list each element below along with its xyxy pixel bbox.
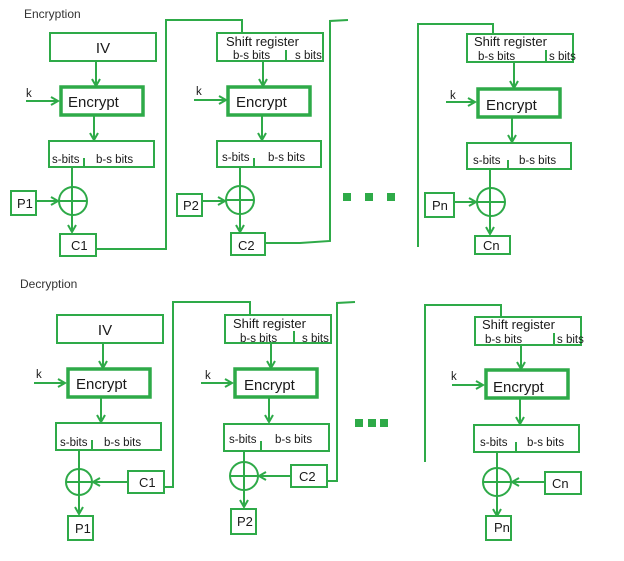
sr-bs-bits-label: b-s bits <box>233 50 270 62</box>
ciphertext-label: C1 <box>71 238 88 253</box>
plaintext-label: Pn <box>494 520 510 535</box>
plaintext-label: P2 <box>183 198 199 213</box>
shift-register-label: Shift register <box>482 317 556 332</box>
s-bits-label: s-bits <box>60 437 88 449</box>
encrypt-label: Encrypt <box>244 377 296 394</box>
iv-label: IV <box>98 322 112 339</box>
ciphertext-label: Cn <box>483 238 500 253</box>
key-label: k <box>205 370 211 382</box>
shift-register-label: Shift register <box>233 316 307 331</box>
bs-bits-label: b-s bits <box>96 154 133 166</box>
s-bits-label: s-bits <box>222 152 250 164</box>
ciphertext-label: C2 <box>238 238 255 253</box>
encrypt-label: Encrypt <box>236 94 288 111</box>
ellipsis-dot <box>380 419 388 427</box>
encrypt-label: Encrypt <box>76 376 128 393</box>
sr-s-bits-label: s bits <box>549 51 576 63</box>
sr-bs-bits-label: b-s bits <box>478 51 515 63</box>
bs-bits-label: b-s bits <box>527 437 564 449</box>
bs-bits-label: b-s bits <box>104 437 141 449</box>
enc-stage-2: Shift register b-s bits s bits k Encrypt… <box>176 19 349 256</box>
s-bits-label: s-bits <box>52 154 80 166</box>
ciphertext-label: Cn <box>552 476 569 491</box>
ellipsis-dot <box>355 419 363 427</box>
dec-stage-n: Shift register b-s bits s bits k Encrypt… <box>424 304 584 541</box>
encrypt-label: Encrypt <box>493 379 545 396</box>
ciphertext-label: C1 <box>139 475 156 490</box>
iv-label: IV <box>96 40 110 57</box>
s-bits-label: s-bits <box>229 434 257 446</box>
sr-s-bits-label: s bits <box>295 50 322 62</box>
plaintext-label: P1 <box>75 521 91 536</box>
dec-stage-2: Shift register b-s bits s bits k Encrypt… <box>201 301 356 535</box>
sr-s-bits-label: s bits <box>302 333 329 345</box>
encrypt-label: Encrypt <box>68 94 120 111</box>
dec-ellipsis <box>355 419 388 427</box>
decryption-title: Decryption <box>20 277 77 291</box>
sr-bs-bits-label: b-s bits <box>485 334 522 346</box>
encryption-title: Encryption <box>24 7 81 21</box>
plaintext-label: P1 <box>17 196 33 211</box>
bs-bits-label: b-s bits <box>519 155 556 167</box>
ciphertext-label: C2 <box>299 469 316 484</box>
ellipsis-dot <box>343 193 351 201</box>
encrypt-label: Encrypt <box>486 97 538 114</box>
bs-bits-label: b-s bits <box>268 152 305 164</box>
enc-stage-1: IV k Encrypt s-bits b-s bits P1 C1 <box>10 19 243 257</box>
dec-stage-1: IV k Encrypt s-bits b-s bits C1 P1 <box>34 301 251 541</box>
key-label: k <box>36 369 42 381</box>
plaintext-label: Pn <box>432 198 448 213</box>
shift-register-label: Shift register <box>226 34 300 49</box>
enc-ellipsis <box>343 193 395 201</box>
bs-bits-label: b-s bits <box>275 434 312 446</box>
key-label: k <box>451 371 457 383</box>
cfb-mode-diagram: Encryption IV k Encrypt s-bits b-s bits … <box>10 7 584 541</box>
sr-s-bits-label: s bits <box>557 334 584 346</box>
key-label: k <box>196 86 202 98</box>
ellipsis-dot <box>365 193 373 201</box>
plaintext-label: P2 <box>237 514 253 529</box>
s-bits-label: s-bits <box>480 437 508 449</box>
ellipsis-dot <box>387 193 395 201</box>
ellipsis-dot <box>368 419 376 427</box>
key-label: k <box>26 88 32 100</box>
key-label: k <box>450 90 456 102</box>
s-bits-label: s-bits <box>473 155 501 167</box>
shift-register-label: Shift register <box>474 34 548 49</box>
enc-stage-n: Shift register b-s bits s bits k Encrypt… <box>417 23 576 255</box>
